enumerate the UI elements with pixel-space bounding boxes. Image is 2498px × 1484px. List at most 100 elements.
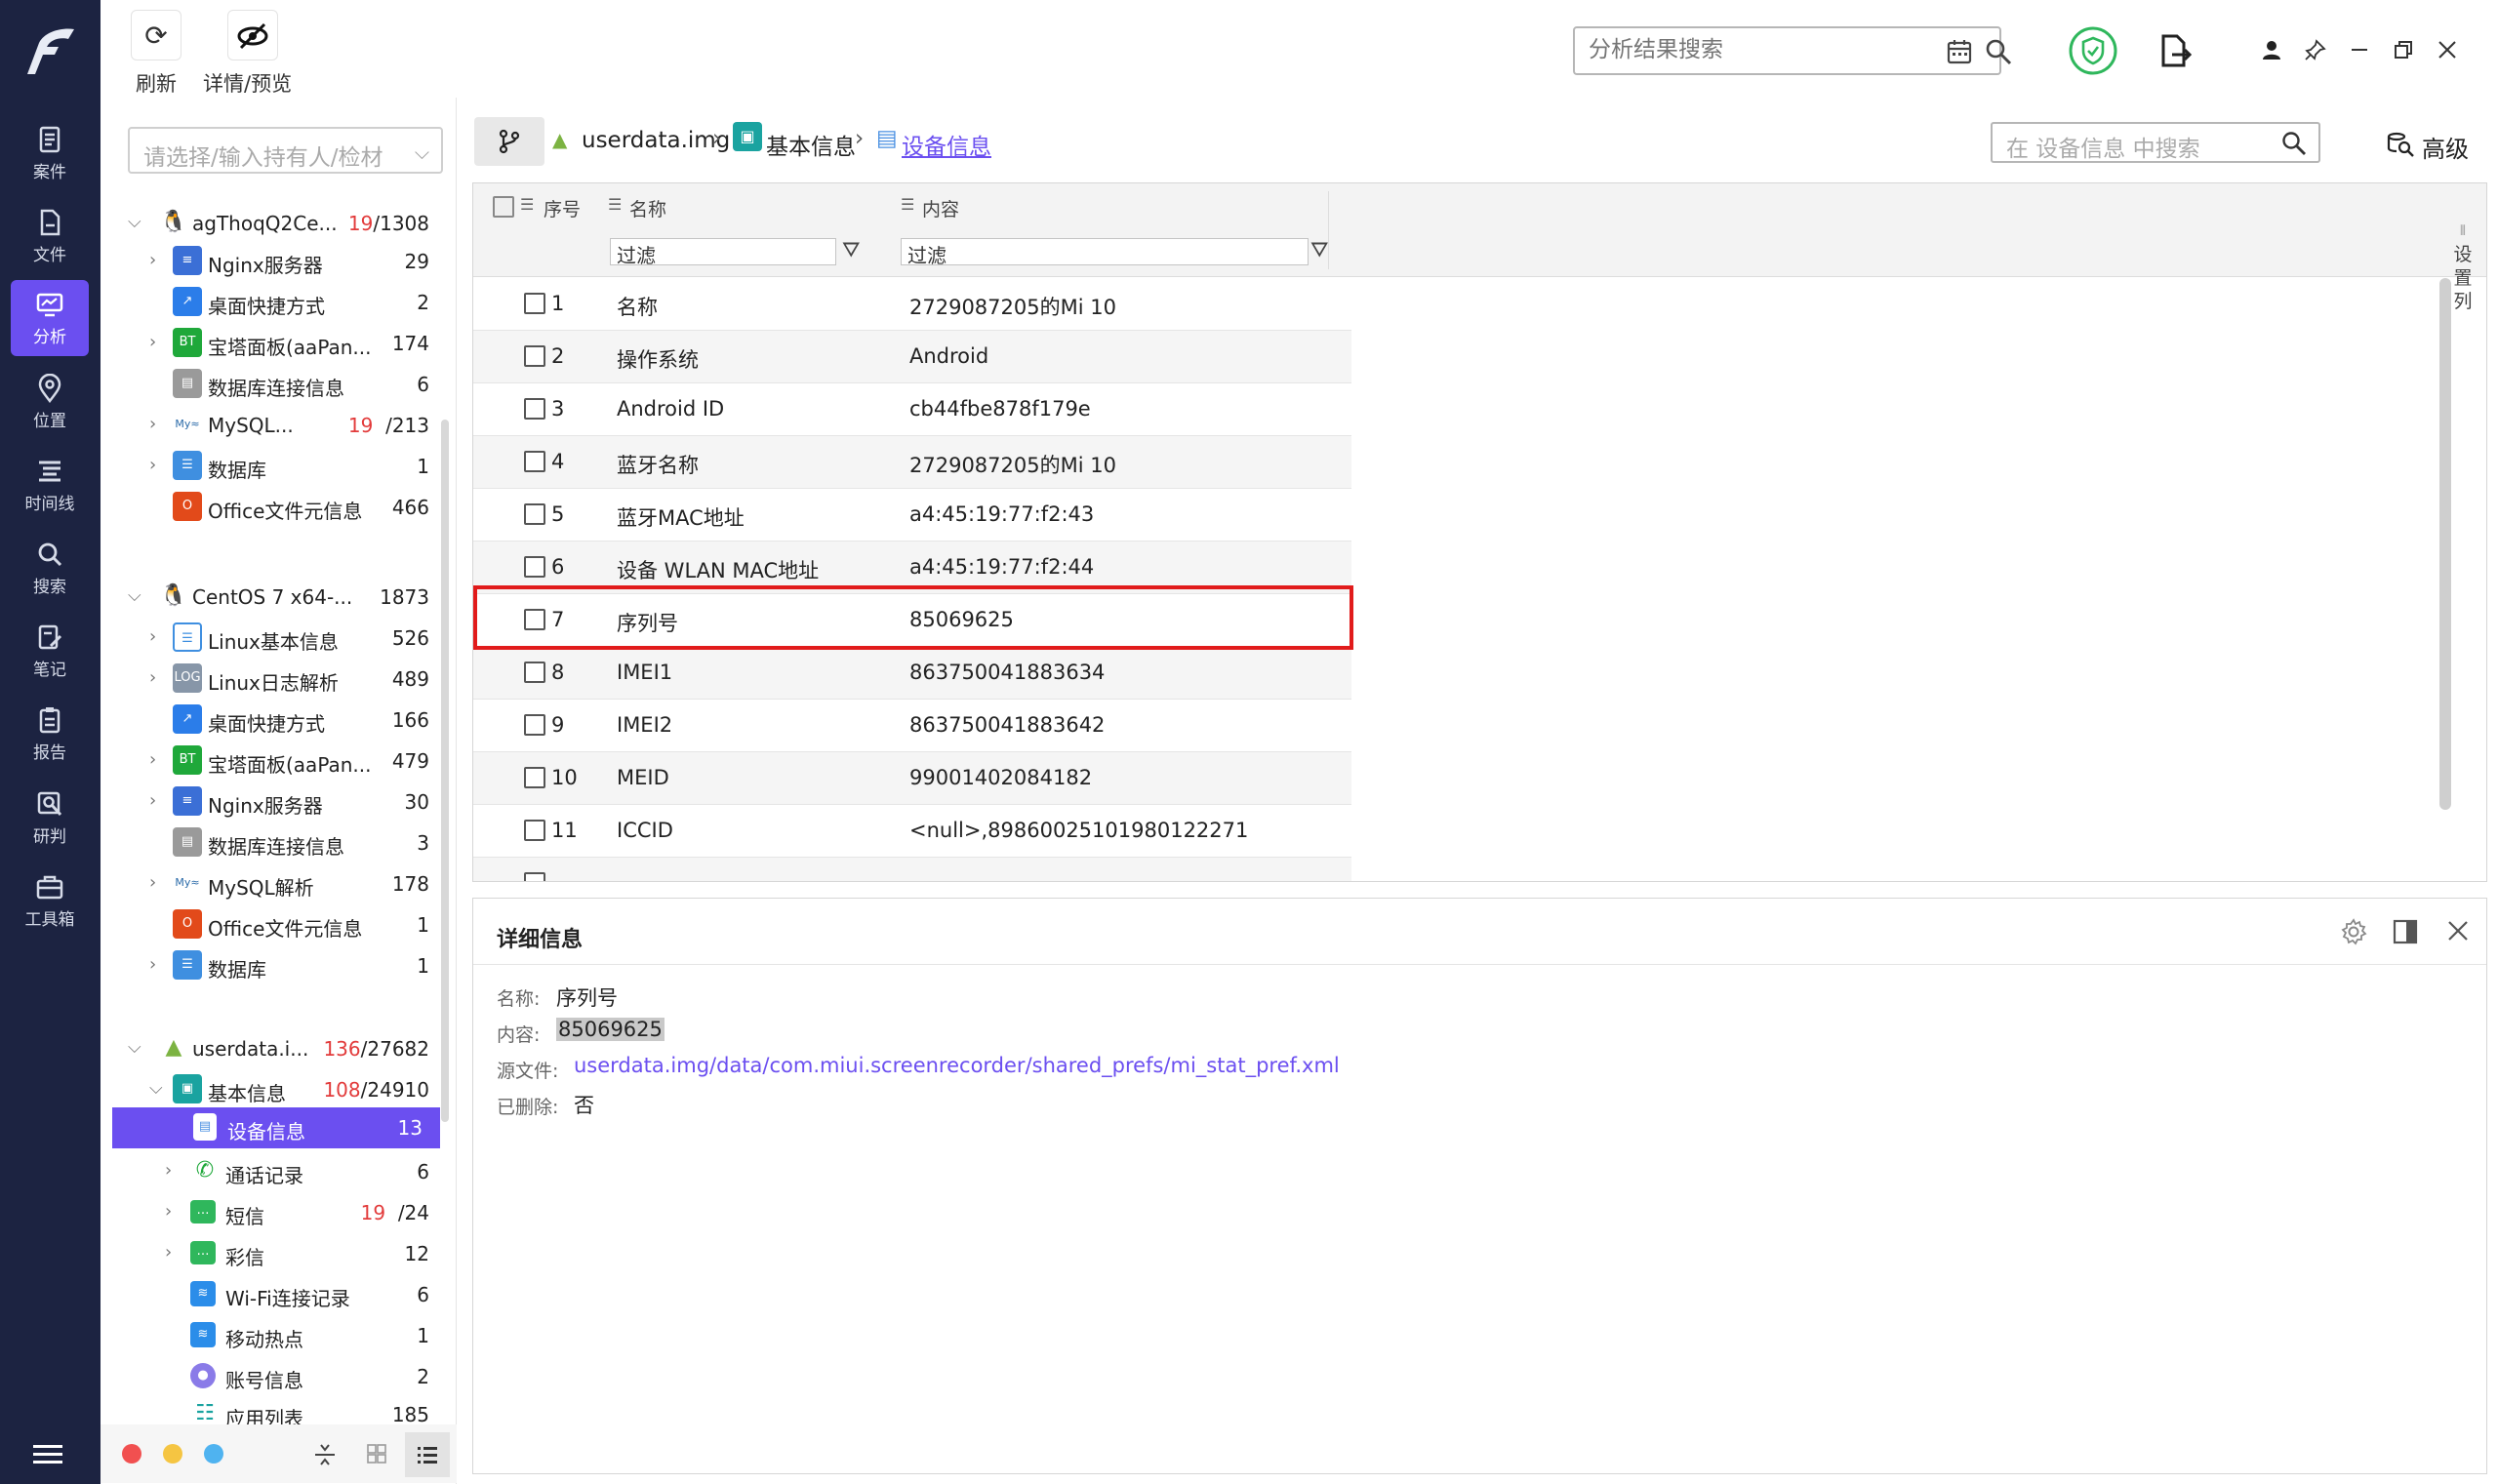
row-checkbox[interactable]: [524, 820, 545, 841]
gear-icon[interactable]: [2340, 918, 2367, 945]
chevron-right-icon[interactable]: ›: [149, 954, 156, 975]
pin-icon[interactable]: [2305, 39, 2326, 60]
global-search-input[interactable]: [1589, 37, 1911, 62]
row-checkbox[interactable]: [524, 451, 545, 472]
tree-item[interactable]: › LOG Linux日志解析 489: [101, 660, 447, 699]
chevron-down-icon[interactable]: ⌵: [128, 585, 141, 606]
tree-item[interactable]: ↗ 桌面快捷方式 166: [101, 701, 447, 740]
nav-item-file[interactable]: 文件: [11, 198, 89, 274]
search-icon[interactable]: [1985, 38, 2012, 65]
table-row[interactable]: 4 蓝牙名称 2729087205的Mi 10: [473, 436, 1351, 489]
branch-button[interactable]: [474, 117, 544, 166]
tree-item[interactable]: ≋ Wi-Fi连接记录 6: [101, 1275, 447, 1314]
hamburger-menu-icon[interactable]: [33, 1444, 62, 1465]
content-filter-input[interactable]: 过滤: [901, 238, 1309, 267]
row-checkbox[interactable]: [524, 293, 545, 314]
chevron-right-icon[interactable]: ›: [149, 332, 156, 352]
red-dot-icon[interactable]: [122, 1444, 141, 1464]
tree-item[interactable]: ▤ 数据库连接信息 6: [101, 365, 447, 404]
refresh-button[interactable]: ⟳ 刷新: [131, 10, 181, 98]
row-checkbox[interactable]: [524, 662, 545, 683]
filter-icon[interactable]: ⛛: [1310, 238, 1328, 262]
tree-scrollbar[interactable]: [441, 420, 449, 1122]
table-row[interactable]: 1 名称 2729087205的Mi 10: [473, 278, 1351, 331]
chevron-down-icon[interactable]: ⌵: [128, 212, 141, 232]
row-checkbox[interactable]: [524, 398, 545, 420]
chevron-right-icon[interactable]: ›: [165, 1160, 172, 1181]
tree-item[interactable]: › ☰ Linux基本信息 526: [101, 619, 447, 658]
name-filter-input[interactable]: 过滤: [610, 238, 836, 267]
nav-item-report[interactable]: 报告: [11, 696, 89, 772]
chevron-right-icon[interactable]: ›: [165, 1201, 172, 1222]
grid-view-icon[interactable]: [366, 1443, 387, 1464]
calendar-icon[interactable]: [1946, 38, 1973, 65]
table-row[interactable]: 10 MEID 99001402084182: [473, 752, 1351, 805]
chevron-down-icon[interactable]: ⌵: [149, 1078, 163, 1099]
row-checkbox[interactable]: [524, 503, 545, 525]
tree-item[interactable]: › ☰ 数据库 1: [101, 946, 447, 985]
chevron-right-icon[interactable]: ›: [149, 790, 156, 811]
tree-item[interactable]: O Office文件元信息 1: [101, 905, 447, 944]
tree-item[interactable]: › BT 宝塔面板(aaPan... 479: [101, 742, 447, 781]
split-view-icon[interactable]: [2392, 918, 2419, 945]
user-icon[interactable]: [2261, 39, 2282, 60]
tree-item[interactable]: ● 账号信息 2: [101, 1357, 447, 1396]
table-row[interactable]: 3 Android ID cb44fbe878f179e: [473, 383, 1351, 436]
column-header-content[interactable]: 内容: [922, 195, 959, 221]
tree-item[interactable]: › My≈ MySQL解析 178: [101, 864, 447, 903]
tree-item[interactable]: › BT 宝塔面板(aaPan... 174: [101, 324, 447, 363]
column-header-index[interactable]: 序号: [544, 195, 581, 221]
chevron-right-icon[interactable]: ›: [149, 414, 156, 434]
nav-item-judge[interactable]: 研判: [11, 780, 89, 856]
select-all-checkbox[interactable]: [493, 196, 514, 218]
nav-item-note[interactable]: 笔记: [11, 613, 89, 689]
yellow-dot-icon[interactable]: [163, 1444, 182, 1464]
set-columns-button[interactable]: ⦀ 设置列: [2451, 220, 2475, 313]
close-icon[interactable]: [2437, 39, 2458, 60]
tree-group[interactable]: ⌵ 🐧 CentOS 7 x64-... 1873: [101, 578, 447, 617]
chevron-right-icon[interactable]: ›: [149, 626, 156, 647]
restore-icon[interactable]: [2393, 39, 2414, 60]
row-checkbox[interactable]: [524, 345, 545, 367]
breadcrumb-source[interactable]: userdata.img: [582, 128, 730, 153]
global-search-box[interactable]: [1573, 26, 2012, 75]
search-icon[interactable]: [2281, 131, 2307, 156]
chevron-right-icon[interactable]: ›: [149, 667, 156, 688]
table-row[interactable]: 9 IMEI2 863750041883642: [473, 700, 1351, 752]
filter-icon[interactable]: ⛛: [842, 238, 860, 262]
row-checkbox[interactable]: [524, 556, 545, 578]
chevron-right-icon[interactable]: ›: [149, 455, 156, 475]
tree-item[interactable]: › ≡ Nginx服务器 29: [101, 242, 447, 281]
tree-item[interactable]: › My≈ MySQL... 19 /213: [101, 406, 447, 445]
tree-item[interactable]: › … 彩信 12: [101, 1234, 447, 1273]
shield-check-icon[interactable]: [2068, 25, 2118, 76]
tree-group[interactable]: ⌵ ▲ userdata.i... 136/27682: [101, 1029, 447, 1068]
tree-item[interactable]: ≋ 移动热点 1: [101, 1316, 447, 1355]
close-icon[interactable]: [2446, 919, 2470, 943]
nav-item-toolbox[interactable]: 工具箱: [11, 862, 89, 939]
tree-item[interactable]: ▤ 数据库连接信息 3: [101, 823, 447, 862]
table-row-partial[interactable]: [473, 858, 1351, 881]
table-row[interactable]: 5 蓝牙MAC地址 a4:45:19:77:f2:43: [473, 489, 1351, 541]
chevron-down-icon[interactable]: ⌵: [128, 1037, 141, 1058]
table-row[interactable]: 8 IMEI1 863750041883634: [473, 647, 1351, 700]
nav-item-case[interactable]: 案件: [11, 115, 89, 191]
minimize-icon[interactable]: [2349, 39, 2370, 60]
breadcrumb-current[interactable]: 设备信息: [902, 128, 991, 161]
list-view-toggle[interactable]: [405, 1432, 450, 1477]
column-header-name[interactable]: 名称: [629, 195, 666, 221]
detail-source-link[interactable]: userdata.img/data/com.miui.screenrecorde…: [574, 1054, 1340, 1077]
export-file-icon[interactable]: [2158, 33, 2192, 68]
tree-item[interactable]: › ☰ 数据库 1: [101, 447, 447, 486]
tree-item[interactable]: › … 短信 19 /24: [101, 1193, 447, 1232]
owner-select[interactable]: 请选择/输入持有人/检材 ⌵: [128, 127, 443, 174]
chevron-right-icon[interactable]: ›: [165, 1242, 172, 1263]
nav-item-location[interactable]: 位置: [11, 364, 89, 440]
table-row[interactable]: 11 ICCID <null>,89860025101980122271: [473, 805, 1351, 858]
tree-item[interactable]: ⌵ ▣ 基本信息 108/24910: [101, 1070, 447, 1109]
row-checkbox[interactable]: [524, 714, 545, 736]
tree-item[interactable]: › ≡ Nginx服务器 30: [101, 782, 447, 822]
nav-item-search[interactable]: 搜索: [11, 530, 89, 606]
breadcrumb-category[interactable]: 基本信息: [766, 128, 856, 161]
table-row[interactable]: 2 操作系统 Android: [473, 331, 1351, 383]
